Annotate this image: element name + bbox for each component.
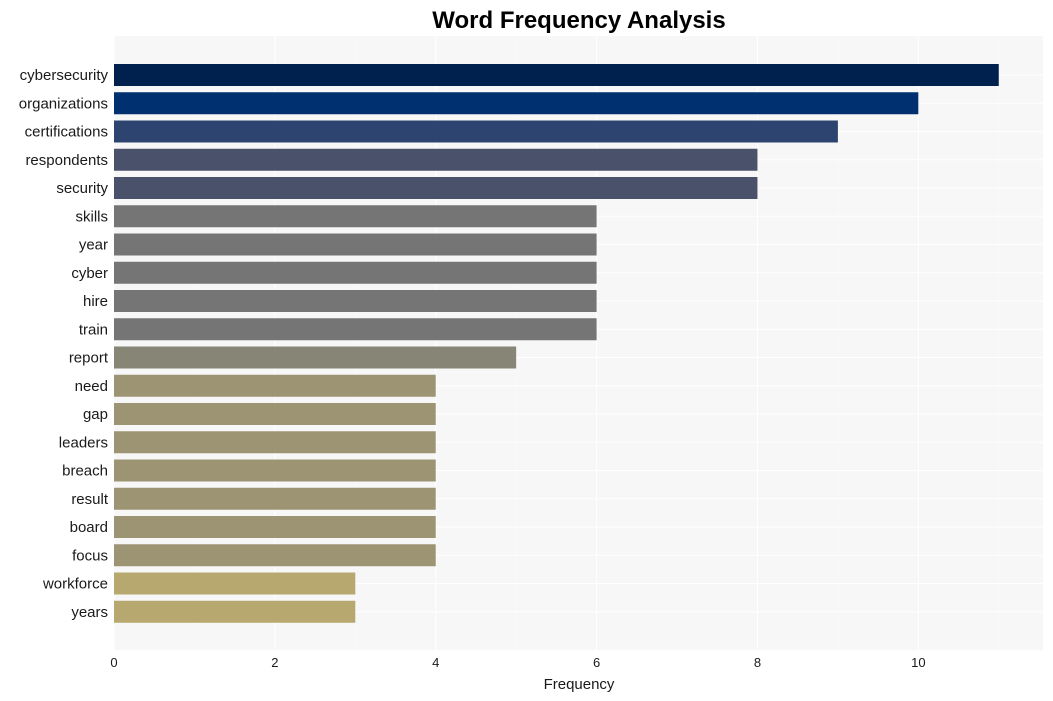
bar-train: [114, 318, 597, 341]
y-axis-labels: cybersecurityorganizationscertifications…: [19, 67, 109, 621]
bar-certifications: [114, 120, 838, 143]
y-tick-label: organizations: [19, 95, 108, 112]
bar-years: [114, 600, 356, 623]
bar-focus: [114, 544, 436, 567]
x-axis-ticks: 0 2 4 6 8 10: [110, 655, 925, 670]
y-tick-label: cyber: [71, 265, 108, 282]
bar-cybersecurity: [114, 64, 999, 86]
y-tick-label: years: [71, 604, 108, 621]
bar-leaders: [114, 431, 436, 454]
y-tick-label: year: [79, 237, 108, 254]
bar-skills: [114, 205, 597, 228]
y-tick-label: cybersecurity: [20, 67, 109, 84]
bar-result: [114, 487, 436, 510]
y-tick-label: skills: [76, 208, 109, 225]
bar-respondents: [114, 148, 758, 171]
bar-need: [114, 374, 436, 397]
y-tick-label: breach: [62, 463, 108, 480]
x-tick-label: 10: [911, 655, 925, 670]
y-tick-label: result: [71, 491, 109, 508]
bar-organizations: [114, 92, 919, 115]
bar-hire: [114, 290, 597, 312]
y-tick-label: security: [56, 180, 108, 197]
x-tick-label: 6: [593, 655, 600, 670]
y-tick-label: respondents: [25, 152, 108, 169]
y-tick-label: workforce: [42, 576, 108, 593]
bar-year: [114, 233, 597, 256]
y-tick-label: board: [70, 519, 108, 536]
bar-board: [114, 516, 436, 538]
x-tick-label: 0: [110, 655, 117, 670]
y-tick-label: hire: [83, 293, 108, 310]
bar-gap: [114, 403, 436, 425]
bar-report: [114, 346, 517, 369]
y-tick-label: train: [79, 321, 108, 338]
bar-workforce: [114, 572, 356, 595]
bar-chart: cybersecurityorganizationscertifications…: [19, 7, 1043, 693]
x-tick-label: 8: [754, 655, 761, 670]
y-tick-label: certifications: [25, 124, 108, 141]
y-tick-label: gap: [83, 406, 108, 423]
bar-breach: [114, 459, 436, 482]
y-tick-label: leaders: [59, 434, 108, 451]
x-axis-label: Frequency: [544, 676, 615, 693]
chart-title: Word Frequency Analysis: [432, 7, 725, 34]
y-tick-label: report: [69, 350, 109, 367]
y-tick-label: focus: [72, 547, 108, 564]
x-tick-label: 2: [271, 655, 278, 670]
y-tick-label: need: [75, 378, 108, 395]
bar-security: [114, 177, 758, 199]
x-tick-label: 4: [432, 655, 439, 670]
bar-cyber: [114, 261, 597, 284]
